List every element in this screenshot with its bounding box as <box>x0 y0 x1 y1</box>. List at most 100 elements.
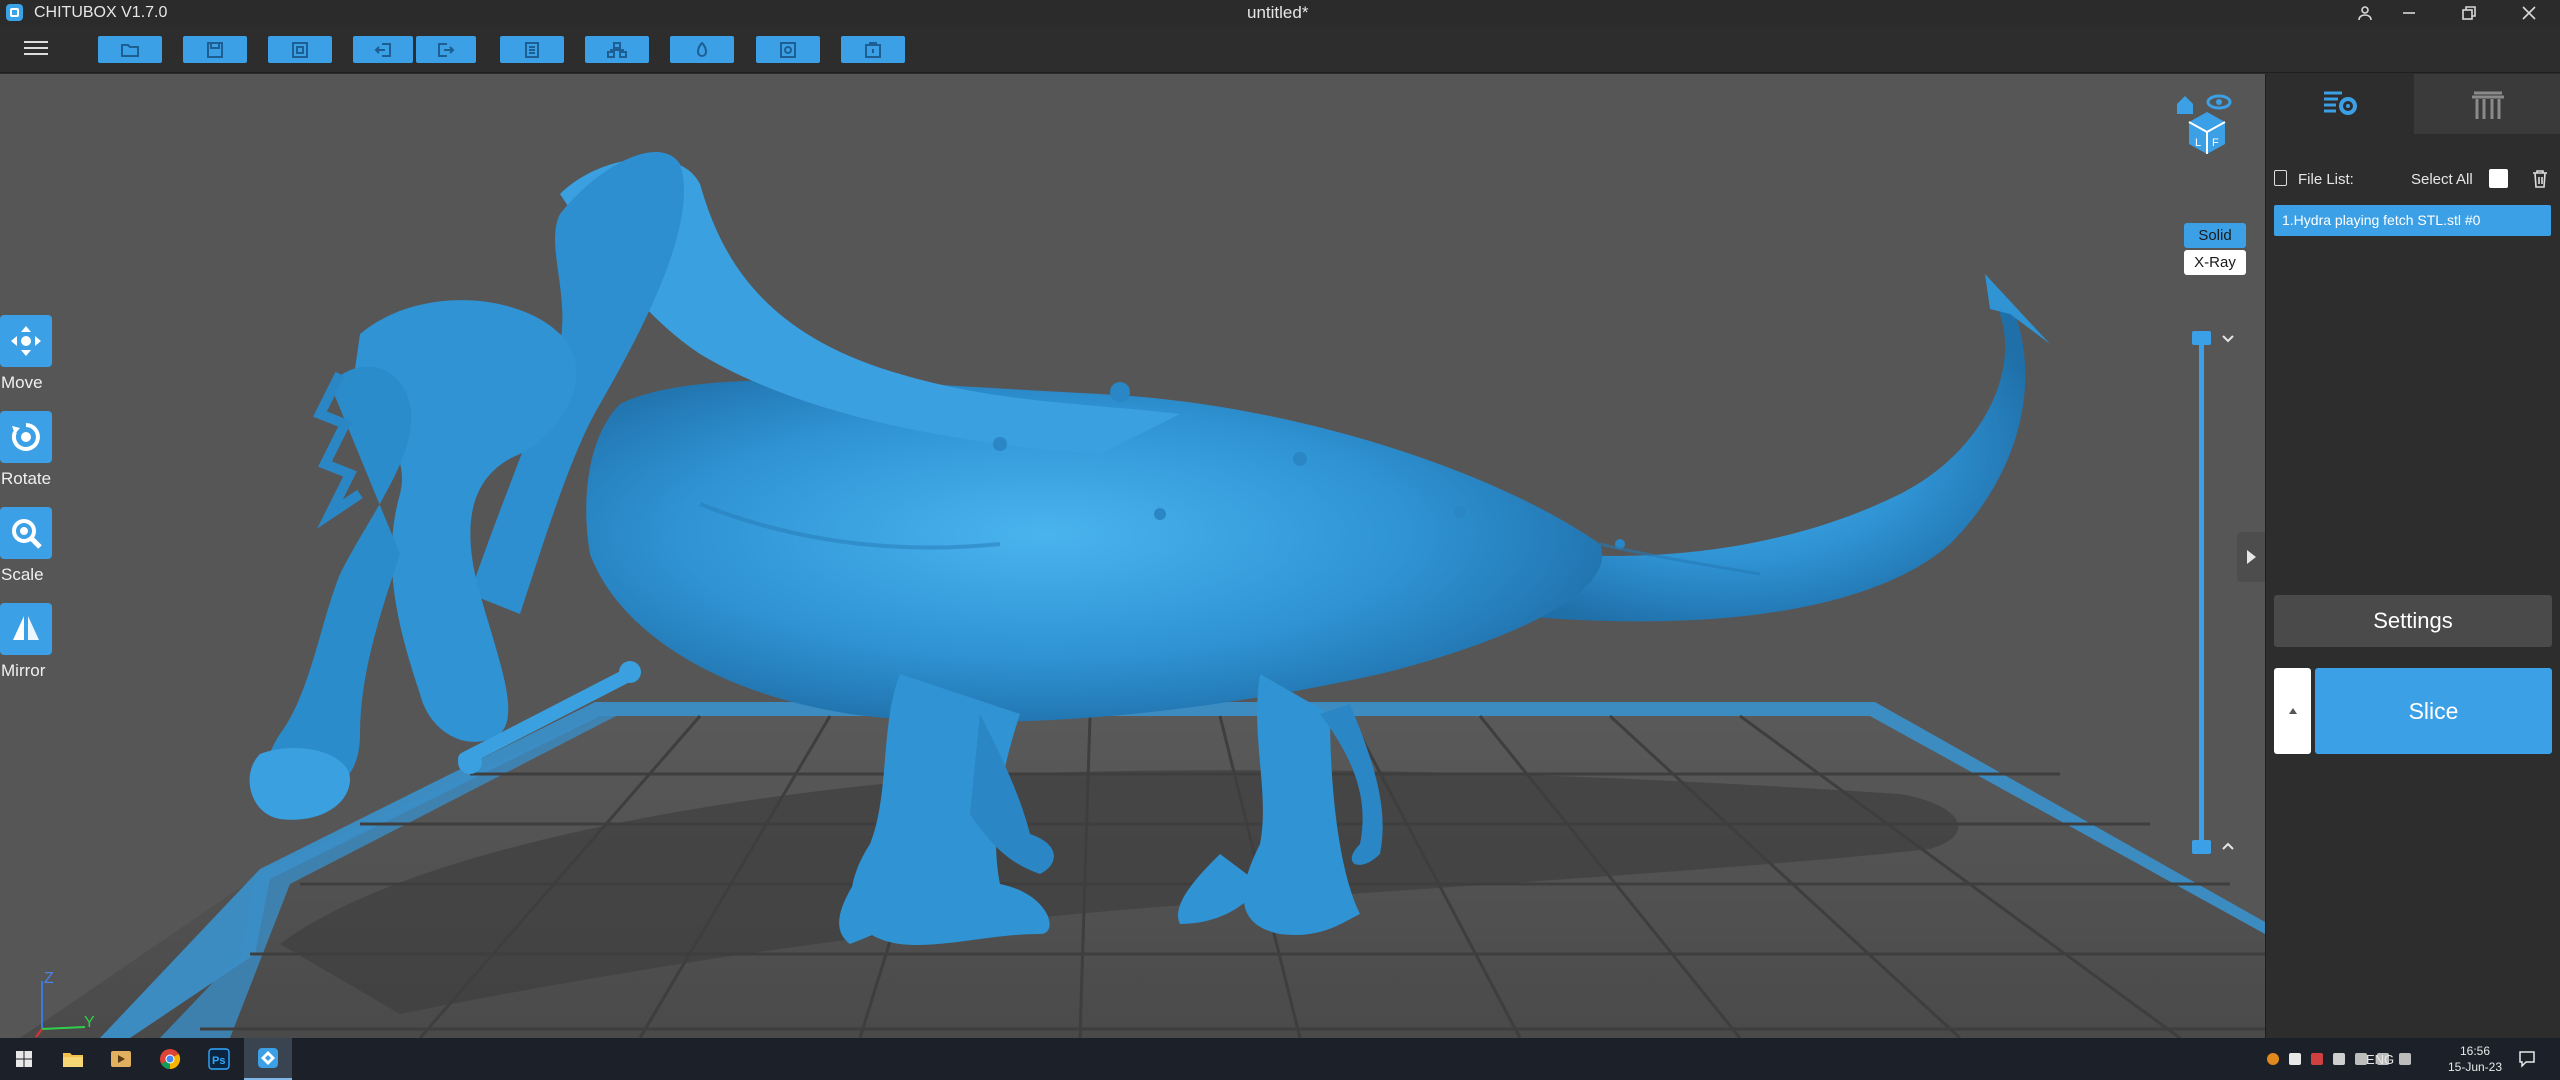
list-gear-icon <box>2323 91 2357 115</box>
open-file-icon <box>121 43 139 57</box>
photoshop-label: Ps <box>212 1055 225 1067</box>
language-indicator[interactable]: ENG <box>2366 1052 2394 1067</box>
rotate-label: Rotate <box>1 469 52 488</box>
axis-y-label: Y <box>84 1014 95 1031</box>
trash-icon[interactable] <box>2531 169 2549 189</box>
svg-text:L: L <box>2195 137 2201 149</box>
clock-time: 16:56 <box>2459 1044 2491 1058</box>
taskbar-file-explorer[interactable] <box>49 1038 97 1080</box>
layer-slider-top-handle[interactable] <box>2192 331 2211 345</box>
export-icon <box>438 42 455 57</box>
support-button[interactable] <box>756 36 820 63</box>
home-view-icon[interactable] <box>2177 96 2193 114</box>
tray-bluetooth-icon[interactable] <box>2333 1053 2345 1065</box>
rotate-tool[interactable]: Rotate <box>0 411 52 489</box>
supports-icon <box>2471 91 2504 119</box>
chrome-icon <box>160 1049 181 1070</box>
taskbar-photoshop[interactable]: Ps <box>195 1038 243 1080</box>
move-icon <box>11 326 41 356</box>
select-icon <box>292 41 308 58</box>
chevron-up-icon[interactable] <box>2220 838 2236 854</box>
select-all-label: Select All <box>2411 171 2473 188</box>
move-tool[interactable]: Move <box>0 315 52 393</box>
move-button[interactable] <box>0 315 52 367</box>
rotate-button[interactable] <box>0 411 52 463</box>
settings-button[interactable]: Settings <box>2274 595 2552 647</box>
select-button[interactable] <box>268 36 332 63</box>
axis-z-label: Z <box>44 970 54 987</box>
close-button[interactable] <box>2502 0 2556 25</box>
chitubox-icon <box>258 1048 278 1068</box>
move-label: Move <box>1 373 43 392</box>
3d-viewport[interactable]: Move Rotate Scale Mirror Z Y <box>0 74 2265 1038</box>
mirror-tool[interactable]: Mirror <box>0 603 52 681</box>
tab-model-settings[interactable] <box>2266 74 2413 134</box>
save-icon <box>207 41 223 58</box>
save-button[interactable] <box>183 36 247 63</box>
panel-collapse-button[interactable] <box>2237 532 2265 582</box>
app-window: CHITUBOX V1.7.0 untitled* Move Rotate Sc… <box>0 0 2560 1080</box>
select-all-checkbox[interactable] <box>2489 169 2508 188</box>
document-icon <box>525 41 539 58</box>
taskbar: Ps ENG 16:56 15-Jun-23 <box>0 1038 2560 1080</box>
document-title: untitled* <box>1247 3 1309 22</box>
slice-options-button[interactable] <box>2274 668 2311 754</box>
scale-icon <box>12 519 42 549</box>
tray-network-icon[interactable] <box>2289 1053 2301 1065</box>
network-button[interactable] <box>585 36 649 63</box>
media-player-icon <box>111 1051 131 1067</box>
file-explorer-icon <box>63 1053 83 1067</box>
scale-button[interactable] <box>0 507 52 559</box>
clock-date: 15-Jun-23 <box>2447 1060 2503 1074</box>
notification-icon[interactable] <box>2518 1050 2536 1068</box>
hamburger-menu-button[interactable] <box>22 37 50 61</box>
tab-supports[interactable] <box>2414 74 2560 134</box>
import-button[interactable] <box>353 36 413 63</box>
file-icon <box>2274 170 2287 186</box>
restore-button[interactable] <box>2442 0 2496 25</box>
axes-indicator: Z Y <box>35 970 95 1038</box>
main-toolbar <box>0 25 2560 73</box>
view-cube[interactable]: L F <box>2175 92 2239 162</box>
play-right-icon <box>2247 550 2256 564</box>
taskbar-media-player[interactable] <box>97 1038 145 1080</box>
windows-start-icon <box>16 1051 32 1067</box>
panel-tabs <box>2266 74 2560 134</box>
slice-button[interactable]: Slice <box>2315 668 2552 754</box>
document-button[interactable] <box>500 36 564 63</box>
triangle-up-icon <box>2288 708 2297 714</box>
svg-text:F: F <box>2212 137 2219 149</box>
tray-wifi-icon[interactable] <box>2399 1053 2411 1065</box>
export-button[interactable] <box>416 36 476 63</box>
slice-box-button[interactable] <box>841 36 905 63</box>
minimize-button[interactable] <box>2382 0 2436 25</box>
solid-view-button[interactable]: Solid <box>2184 223 2246 248</box>
photoshop-icon: Ps <box>208 1048 230 1070</box>
xray-view-button[interactable]: X-Ray <box>2184 250 2246 275</box>
windows-start-button[interactable] <box>0 1038 48 1080</box>
file-list-header: File List: Select All <box>2274 168 2554 192</box>
scale-tool[interactable]: Scale <box>0 507 52 585</box>
app-title: CHITUBOX V1.7.0 <box>34 4 168 21</box>
file-list-label: File List: <box>2298 171 2354 188</box>
slice-box-icon <box>865 41 881 58</box>
right-panel: File List: Select All 1.Hydra playing fe… <box>2265 74 2560 1038</box>
support-icon <box>780 41 796 58</box>
layer-slider-bottom-handle[interactable] <box>2192 840 2211 854</box>
network-icon <box>607 41 627 58</box>
lamp-icon <box>696 41 708 57</box>
tray-shield-icon[interactable] <box>2311 1053 2323 1065</box>
mirror-button[interactable] <box>0 603 52 655</box>
lamp-button[interactable] <box>670 36 734 63</box>
import-icon <box>374 42 391 57</box>
tray-app-icon[interactable] <box>2267 1053 2279 1065</box>
open-file-button[interactable] <box>98 36 162 63</box>
chevron-down-icon[interactable] <box>2220 331 2236 347</box>
taskbar-chrome[interactable] <box>146 1038 194 1080</box>
restore-icon <box>2462 5 2476 20</box>
taskbar-chitubox[interactable] <box>244 1038 292 1080</box>
taskbar-clock[interactable]: 16:56 15-Jun-23 <box>2440 1043 2510 1075</box>
mirror-label: Mirror <box>1 661 46 680</box>
layer-slider-track[interactable] <box>2199 337 2204 847</box>
file-list-item[interactable]: 1.Hydra playing fetch STL.stl #0 <box>2274 205 2551 236</box>
